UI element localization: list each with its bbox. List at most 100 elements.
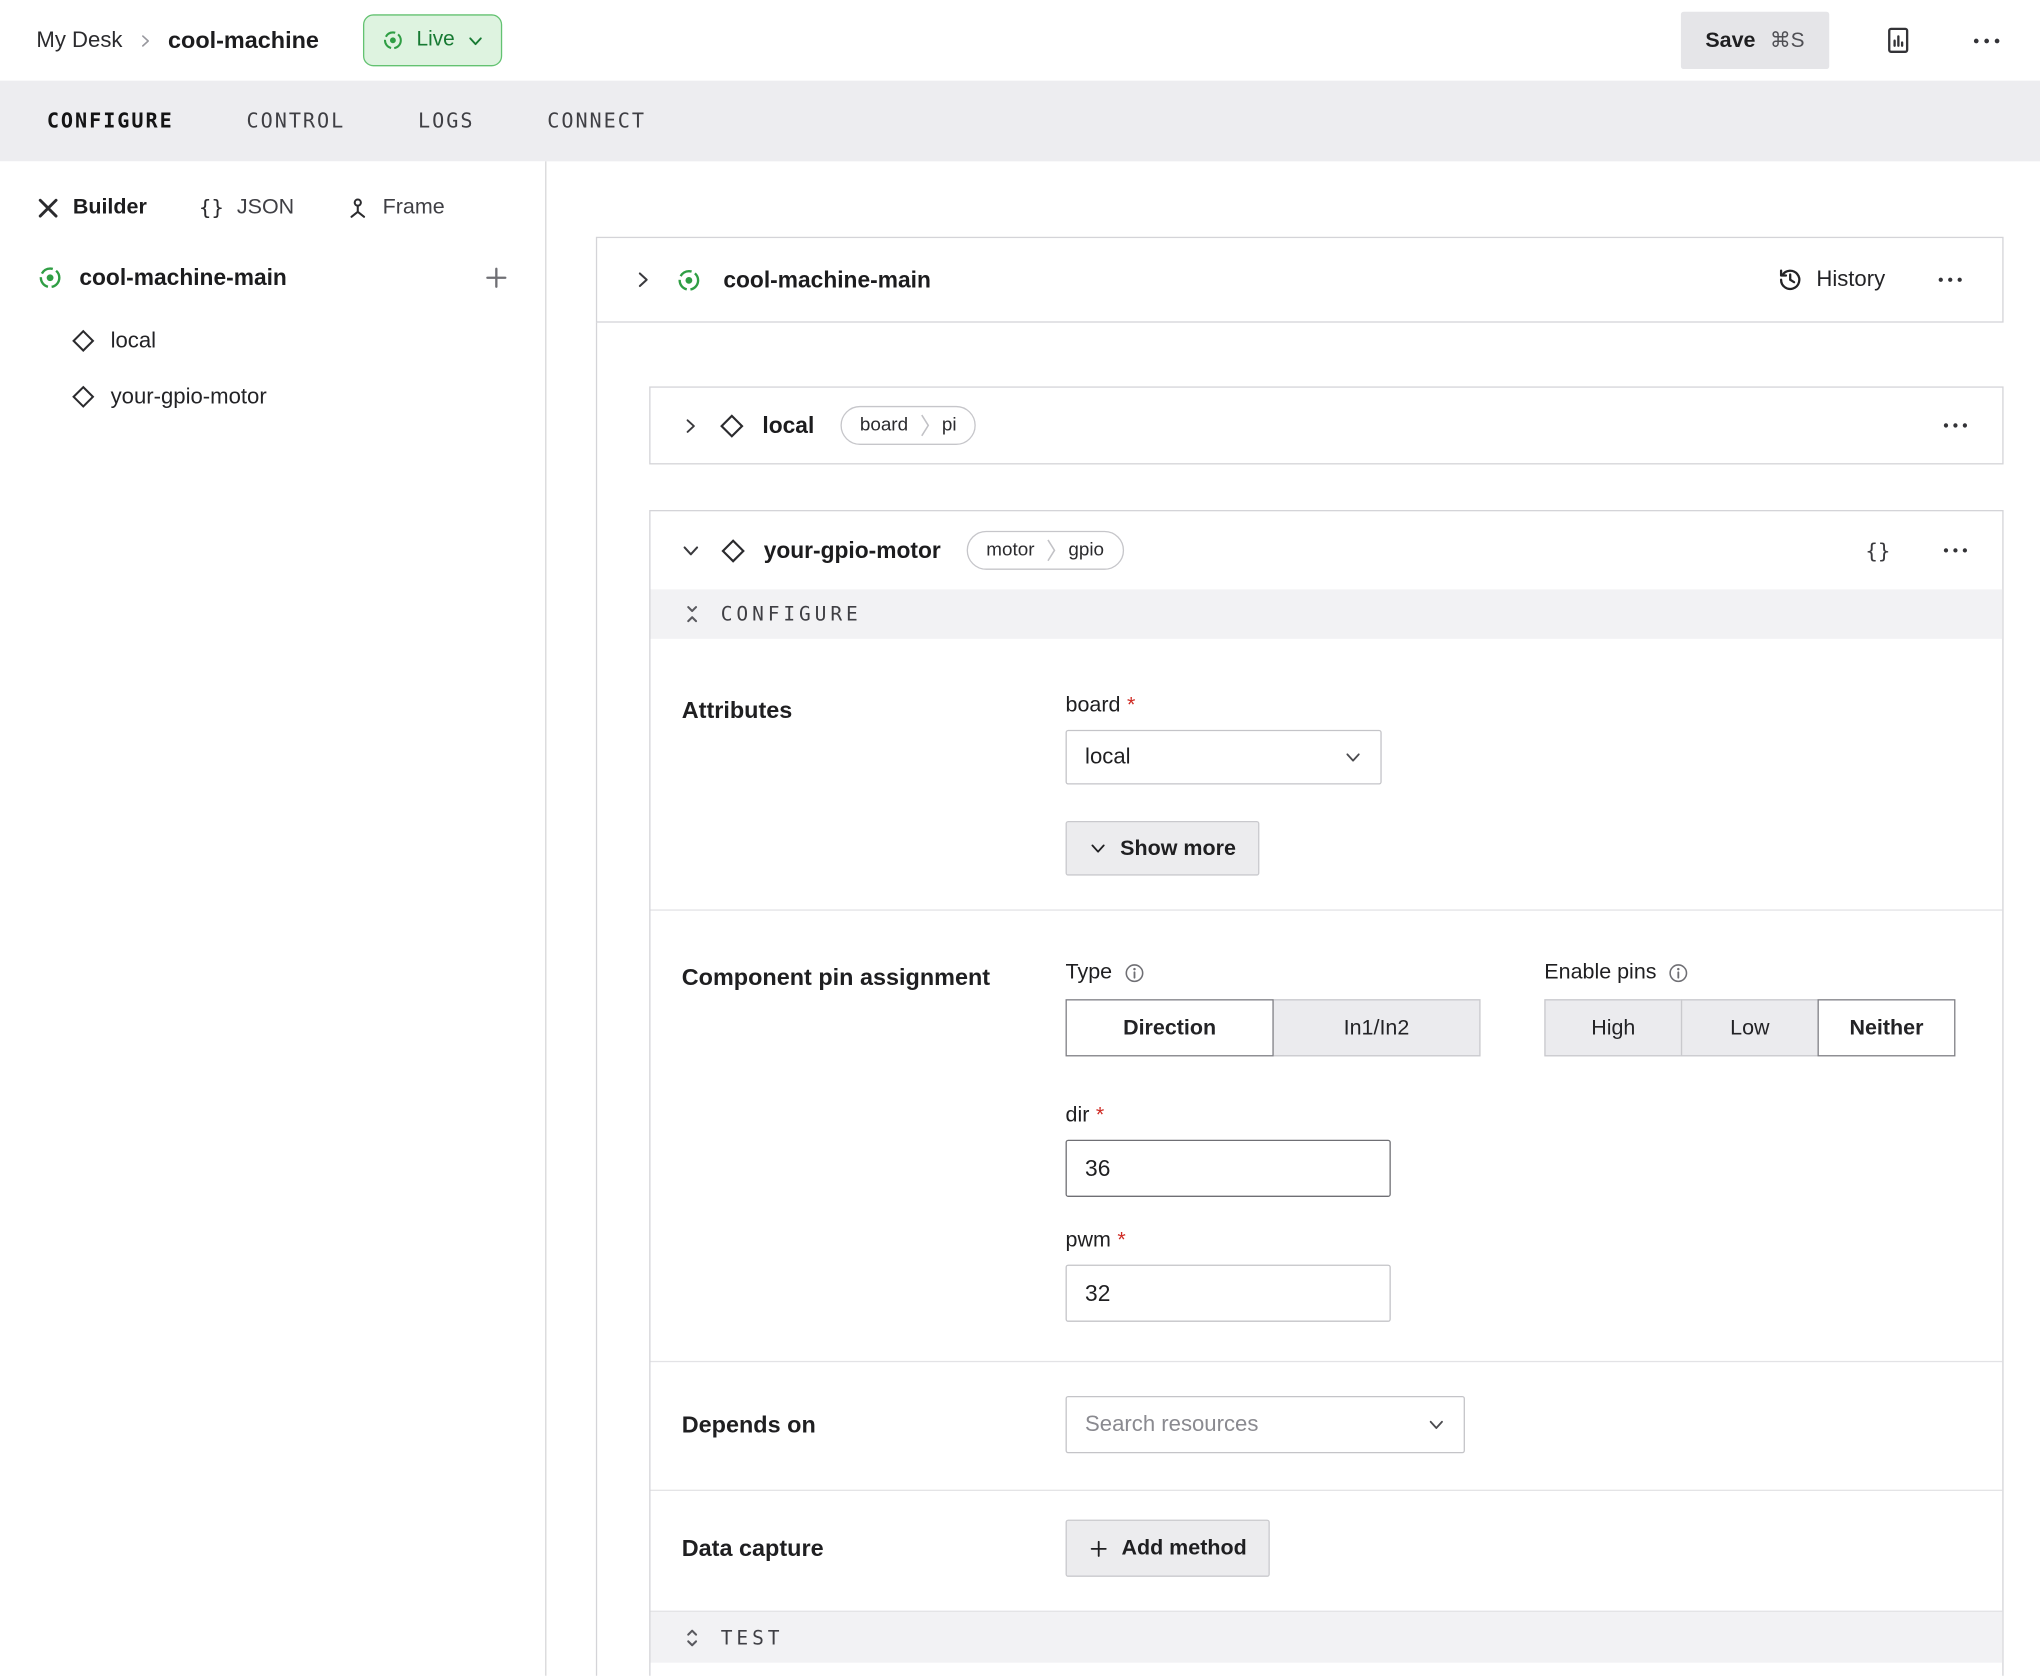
tab-logs[interactable]: LOGS <box>382 81 511 162</box>
gpio-motor-card: your-gpio-motor motor gpio {} <box>649 510 2003 1676</box>
live-status-label: Live <box>417 29 455 52</box>
enable-option-high[interactable]: High <box>1544 999 1682 1056</box>
depends-on-heading: Depends on <box>682 1408 1066 1454</box>
view-switcher: Builder {} JSON Frame <box>0 161 545 246</box>
ellipsis-icon <box>1937 276 1963 284</box>
expand-local-chevron-right-icon[interactable] <box>679 414 701 436</box>
component-diamond-icon <box>72 329 95 352</box>
chevron-down-icon <box>466 32 483 49</box>
pin-assignment-heading: Component pin assignment <box>682 960 1066 1322</box>
depends-on-select[interactable]: Search resources <box>1066 1396 1465 1453</box>
machine-report-button[interactable] <box>1879 21 1918 60</box>
type-option-in1in2[interactable]: In1/In2 <box>1272 999 1480 1056</box>
expand-section-icon <box>682 1627 703 1648</box>
builder-main-panel: cool-machine-main History <box>546 161 2040 1675</box>
enable-pins-info-icon[interactable] <box>1668 962 1689 983</box>
configure-section-label: CONFIGURE <box>721 602 862 625</box>
live-status-dropdown[interactable]: Live <box>363 14 501 66</box>
top-bar: My Desk cool-machine Live Save ⌘S <box>0 0 2040 81</box>
tree-item-local[interactable]: local <box>72 312 509 368</box>
view-tab-json-label: JSON <box>237 195 294 220</box>
data-capture-row: Data capture Add method <box>651 1490 2003 1611</box>
enable-option-low[interactable]: Low <box>1681 999 1819 1056</box>
tree-item-your-gpio-motor[interactable]: your-gpio-motor <box>72 368 509 424</box>
motor-card-header: your-gpio-motor motor gpio {} <box>651 511 2003 589</box>
type-label: Type <box>1066 960 1113 985</box>
motor-json-view-button[interactable]: {} <box>1865 538 1890 563</box>
history-button[interactable]: History <box>1777 267 1885 293</box>
view-tab-frame[interactable]: Frame <box>346 195 444 220</box>
component-diamond-icon <box>72 384 95 407</box>
tab-connect[interactable]: CONNECT <box>511 81 683 162</box>
local-card-header: local board pi <box>651 388 2003 463</box>
topbar-overflow-menu-button[interactable] <box>1967 31 2006 51</box>
expand-machine-chevron-right-icon[interactable] <box>631 268 654 291</box>
document-chart-icon <box>1884 26 1913 55</box>
tag-motor: motor <box>968 540 1045 561</box>
tag-separator-chevron-icon <box>918 411 931 440</box>
data-capture-heading: Data capture <box>682 1531 1066 1577</box>
dir-input[interactable] <box>1066 1140 1391 1197</box>
resource-tree: cool-machine-main local <box>0 246 545 424</box>
enable-option-neither[interactable]: Neither <box>1818 999 1956 1056</box>
board-select[interactable]: local <box>1066 730 1382 785</box>
type-segmented-control: Direction In1/In2 <box>1066 999 1481 1056</box>
breadcrumb-root-link[interactable]: My Desk <box>36 27 122 53</box>
depends-on-placeholder: Search resources <box>1085 1412 1258 1438</box>
pwm-input[interactable] <box>1066 1265 1391 1322</box>
show-more-label: Show more <box>1120 836 1236 861</box>
configure-sidebar: Builder {} JSON Frame <box>0 161 546 1675</box>
tag-gpio: gpio <box>1058 540 1122 561</box>
motor-card-menu-button[interactable] <box>1937 541 1973 559</box>
machine-card-body: local board pi <box>596 323 2004 1676</box>
pwm-label: pwm <box>1066 1228 1111 1253</box>
topbar-actions: Save ⌘S <box>1681 12 2007 69</box>
enable-pins-label: Enable pins <box>1544 960 1656 985</box>
add-method-label: Add method <box>1121 1536 1246 1561</box>
attributes-heading: Attributes <box>682 693 1066 875</box>
add-method-button[interactable]: Add method <box>1066 1520 1271 1577</box>
collapse-motor-chevron-down-icon[interactable] <box>679 539 702 562</box>
motor-card-tail <box>651 1663 2003 1676</box>
tag-separator-chevron-icon <box>1045 536 1058 565</box>
plus-icon <box>484 265 509 290</box>
machine-card-header: cool-machine-main History <box>596 237 2004 323</box>
tree-root-machine[interactable]: cool-machine-main <box>36 264 508 291</box>
ellipsis-icon <box>1972 36 2001 45</box>
app-window: My Desk cool-machine Live Save ⌘S <box>0 0 2040 1676</box>
component-diamond-icon <box>721 538 746 563</box>
local-board-card: local board pi <box>649 386 2003 464</box>
view-tab-builder[interactable]: Builder <box>36 195 146 220</box>
attributes-row: Attributes board * local <box>651 639 2003 910</box>
type-info-icon[interactable] <box>1124 962 1145 983</box>
configure-section-header[interactable]: CONFIGURE <box>651 589 2003 638</box>
tag-pi: pi <box>932 415 975 436</box>
collapse-section-icon <box>682 604 703 625</box>
test-section-header[interactable]: TEST <box>651 1611 2003 1663</box>
breadcrumb-separator-icon <box>138 33 152 47</box>
tab-control[interactable]: CONTROL <box>210 81 382 162</box>
type-option-direction[interactable]: Direction <box>1066 999 1274 1056</box>
motor-card-title: your-gpio-motor <box>764 537 941 564</box>
builder-tools-icon <box>36 196 59 219</box>
pwm-field: pwm * <box>1066 1228 1481 1322</box>
breadcrumb: My Desk cool-machine <box>36 27 319 54</box>
add-resource-button[interactable] <box>484 265 509 290</box>
tab-configure[interactable]: CONFIGURE <box>10 81 210 162</box>
machine-card-menu-button[interactable] <box>1932 271 1968 289</box>
type-group: Type Direction In1/In2 <box>1066 960 1481 1322</box>
test-section-label: TEST <box>721 1626 784 1649</box>
tree-root-label: cool-machine-main <box>79 264 286 291</box>
chevron-down-icon <box>1344 748 1362 766</box>
live-broadcast-icon <box>381 29 404 52</box>
ellipsis-icon <box>1942 546 1968 554</box>
local-card-menu-button[interactable] <box>1937 416 1973 434</box>
save-button[interactable]: Save ⌘S <box>1681 12 1830 69</box>
enable-pins-group: Enable pins High Low <box>1544 960 1955 1056</box>
view-tab-frame-label: Frame <box>383 195 445 220</box>
tag-board: board <box>842 415 919 436</box>
local-card-title: local <box>762 412 814 439</box>
show-more-button[interactable]: Show more <box>1066 821 1260 876</box>
board-select-value: local <box>1085 744 1130 770</box>
view-tab-json[interactable]: {} JSON <box>199 195 294 220</box>
